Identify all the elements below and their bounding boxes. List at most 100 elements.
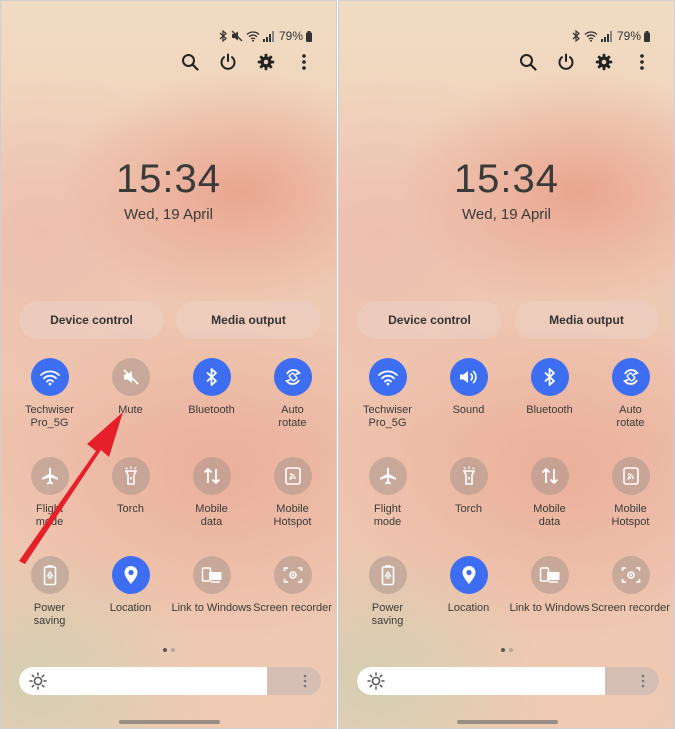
tile-auto-rotate[interactable]: Auto rotate — [252, 358, 333, 457]
top-actions — [518, 50, 652, 74]
tile-label: Auto rotate — [616, 404, 645, 429]
tile-torch[interactable]: Torch — [90, 457, 171, 556]
tile-mobile-data[interactable]: Mobile data — [171, 457, 252, 556]
wifi-status-icon — [246, 31, 260, 42]
tile-label: Torch — [117, 503, 144, 515]
tile-mobile-hotspot[interactable]: Mobile Hotspot — [590, 457, 671, 556]
tile-location[interactable]: Location — [428, 556, 509, 655]
page-indicator — [339, 648, 674, 652]
screen-recorder-icon — [621, 567, 640, 583]
gear-icon — [595, 53, 613, 71]
tile-screen-recorder[interactable]: Screen recorder — [252, 556, 333, 655]
page-dot-active — [500, 648, 505, 652]
tile-wifi[interactable]: Techwiser Pro_5G — [347, 358, 428, 457]
tile-label: Link to Windows — [509, 602, 590, 614]
bluetooth-status-icon — [572, 30, 580, 42]
tile-wifi[interactable]: Techwiser Pro_5G — [9, 358, 90, 457]
tile-power-saving[interactable]: Power saving — [347, 556, 428, 655]
device-control-button[interactable]: Device control — [357, 301, 502, 339]
power-button[interactable] — [556, 50, 576, 74]
airplane-icon — [41, 467, 58, 485]
mobile-data-icon — [541, 467, 558, 485]
tile-sound[interactable]: Sound — [428, 358, 509, 457]
more-vertical-icon — [640, 54, 644, 70]
tile-label: Flight mode — [373, 503, 402, 528]
more-options-button[interactable] — [632, 50, 652, 74]
wifi-icon — [377, 370, 398, 386]
bluetooth-status-icon — [219, 30, 227, 42]
tile-bluetooth[interactable]: Bluetooth — [171, 358, 252, 457]
device-control-button[interactable]: Device control — [19, 301, 164, 339]
tile-mute[interactable]: Mute — [90, 358, 171, 457]
tile-label: Mobile Hotspot — [273, 503, 312, 528]
more-vertical-icon — [302, 54, 306, 70]
tile-label: Link to Windows — [171, 602, 252, 614]
tile-flight-mode[interactable]: Flight mode — [347, 457, 428, 556]
tile-label: Torch — [455, 503, 482, 515]
sound-icon — [459, 370, 477, 384]
tile-location[interactable]: Location — [90, 556, 171, 655]
tile-label: Location — [109, 602, 152, 614]
battery-icon — [306, 30, 312, 42]
signal-status-icon — [600, 30, 612, 42]
settings-button[interactable] — [256, 50, 276, 74]
hotspot-icon — [622, 467, 639, 485]
brightness-fill — [357, 667, 605, 695]
tile-screen-recorder[interactable]: Screen recorder — [590, 556, 671, 655]
tile-power-saving[interactable]: Power saving — [9, 556, 90, 655]
mute-status-icon — [231, 30, 243, 42]
control-pills: Device control Media output — [19, 301, 321, 339]
page-indicator — [1, 648, 336, 652]
search-icon — [520, 54, 537, 71]
tile-bluetooth[interactable]: Bluetooth — [509, 358, 590, 457]
tile-label: Mobile Hotspot — [611, 503, 650, 528]
battery-percentage: 79% — [616, 29, 641, 43]
tile-label: Location — [447, 602, 490, 614]
tile-mobile-hotspot[interactable]: Mobile Hotspot — [252, 457, 333, 556]
media-output-button[interactable]: Media output — [176, 301, 321, 339]
signal-status-icon — [262, 30, 274, 42]
bluetooth-icon — [205, 368, 217, 386]
power-saving-icon — [43, 565, 56, 586]
tile-link-to-windows[interactable]: Link to Windows — [509, 556, 590, 655]
home-indicator — [457, 720, 558, 724]
search-button[interactable] — [518, 50, 538, 74]
tile-link-to-windows[interactable]: Link to Windows — [171, 556, 252, 655]
power-button[interactable] — [218, 50, 238, 74]
location-icon — [462, 566, 475, 584]
auto-rotate-icon — [284, 369, 301, 385]
brightness-sun-icon — [29, 672, 47, 690]
brightness-more-icon[interactable] — [641, 672, 645, 690]
hotspot-icon — [284, 467, 301, 485]
more-options-button[interactable] — [294, 50, 314, 74]
mobile-data-icon — [203, 467, 220, 485]
quick-settings-grid: Techwiser Pro_5G Mute Bluetooth Auto rot… — [9, 358, 333, 655]
top-actions — [180, 50, 314, 74]
tile-label: Mobile data — [195, 503, 228, 528]
brightness-slider[interactable] — [357, 667, 659, 695]
tile-label: Screen recorder — [591, 602, 670, 614]
brightness-more-icon[interactable] — [303, 672, 307, 690]
quick-panel-before: 79% 15:34 Wed, 19 April Device control M… — [0, 0, 337, 729]
tile-mobile-data[interactable]: Mobile data — [509, 457, 590, 556]
media-output-button[interactable]: Media output — [514, 301, 659, 339]
link-to-windows-icon — [539, 567, 559, 583]
tile-label: Techwiser Pro_5G — [363, 404, 412, 429]
auto-rotate-icon — [622, 369, 639, 385]
clock: 15:34 — [453, 157, 560, 201]
brightness-slider[interactable] — [19, 667, 321, 695]
search-button[interactable] — [180, 50, 200, 74]
tile-flight-mode[interactable]: Flight mode — [9, 457, 90, 556]
tile-torch[interactable]: Torch — [428, 457, 509, 556]
quick-settings-grid: Techwiser Pro_5G Sound Bluetooth Auto ro… — [347, 358, 671, 655]
date: Wed, 19 April — [462, 206, 551, 223]
link-to-windows-icon — [201, 567, 221, 583]
tile-label: Mobile data — [533, 503, 566, 528]
tile-auto-rotate[interactable]: Auto rotate — [590, 358, 671, 457]
status-bar: 79% — [219, 28, 312, 44]
tile-label: Auto rotate — [278, 404, 307, 429]
tile-label: Power saving — [371, 602, 404, 627]
page-dot-active — [162, 648, 167, 652]
airplane-icon — [379, 467, 396, 485]
settings-button[interactable] — [594, 50, 614, 74]
